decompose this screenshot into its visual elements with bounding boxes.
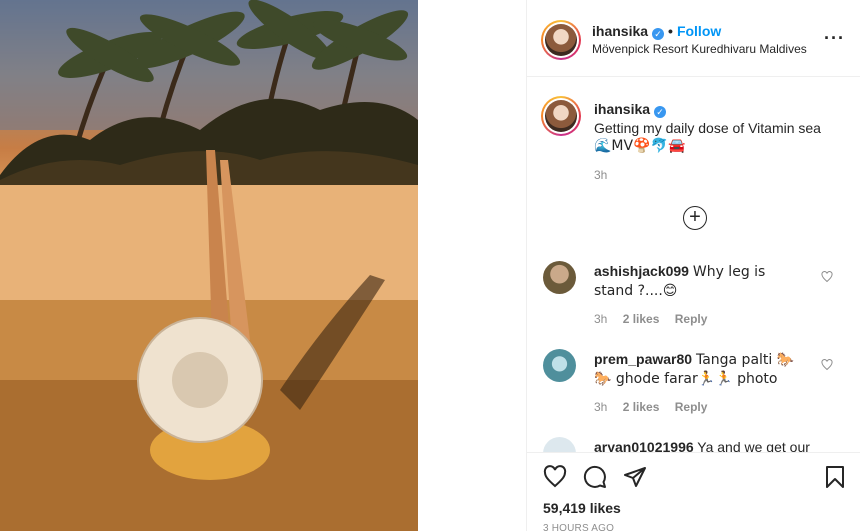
commenter-username[interactable]: ashishjack099 [594, 263, 689, 279]
reply-button[interactable]: Reply [675, 312, 708, 326]
verified-icon: ✓ [654, 106, 667, 118]
comment-meta: 3h 2 likes Reply [594, 400, 719, 414]
post-header: ihansika ✓ • Follow Mövenpick Resort Kuredh… [527, 0, 860, 77]
author-avatar[interactable] [541, 20, 581, 60]
instagram-post-view: ihansika ✓ • Follow Mövenpick Resort Kuredh… [0, 0, 860, 531]
caption-avatar[interactable] [541, 96, 581, 136]
caption-username[interactable]: ihansika [594, 101, 650, 117]
heart-icon[interactable] [821, 271, 833, 283]
post-time-ago: 3 HOURS AGO [543, 523, 615, 531]
commenter-avatar[interactable] [543, 349, 576, 382]
heart-icon[interactable] [821, 359, 833, 371]
photo-gutter [418, 0, 526, 531]
more-icon[interactable]: ··· [824, 28, 845, 49]
comment-likes[interactable]: 2 likes [623, 400, 660, 414]
separator-dot: • [668, 23, 673, 39]
caption-author: ihansika ✓ [594, 101, 667, 118]
caption-time[interactable]: 3h [594, 168, 607, 182]
caption-text-block: Getting my daily dose of Vitamin sea 🌊MV… [594, 119, 844, 155]
comment-time[interactable]: 3h [594, 400, 607, 414]
author-line: ihansika ✓ • Follow [592, 23, 721, 40]
post-photo[interactable] [0, 0, 418, 531]
comment-icon[interactable] [583, 465, 607, 489]
likes-count[interactable]: 59,419 likes [543, 500, 621, 516]
verified-icon: ✓ [652, 28, 665, 40]
comment-likes[interactable]: 2 likes [623, 312, 660, 326]
bookmark-icon[interactable] [823, 465, 847, 489]
caption-emojis: 🌊MV🍄🐬🚘 [594, 138, 686, 154]
beach-scene-image [0, 0, 418, 531]
caption-text: Getting my daily dose of Vitamin sea [594, 120, 821, 136]
location-link[interactable]: Mövenpick Resort Kuredhivaru Maldives [592, 42, 807, 56]
commenter-avatar[interactable] [543, 261, 576, 294]
heart-icon[interactable] [543, 465, 567, 489]
comment-body: prem_pawar80 Tanga palti 🐎🐎 ghode farar🏃… [594, 350, 804, 388]
share-icon[interactable] [623, 465, 647, 489]
comment-meta: 3h 2 likes Reply [594, 312, 719, 326]
plus-circle-icon[interactable]: + [683, 206, 707, 230]
post-actions: 59,419 likes 3 HOURS AGO [527, 452, 860, 531]
post-sidebar: ihansika ✓ • Follow Mövenpick Resort Kuredh… [526, 0, 860, 531]
reply-button[interactable]: Reply [675, 400, 708, 414]
comment-time[interactable]: 3h [594, 312, 607, 326]
follow-button[interactable]: Follow [677, 23, 721, 39]
commenter-username[interactable]: prem_pawar80 [594, 351, 692, 367]
comment-body: ashishjack099 Why leg is stand ?....😊 [594, 262, 804, 300]
author-username[interactable]: ihansika [592, 23, 648, 39]
